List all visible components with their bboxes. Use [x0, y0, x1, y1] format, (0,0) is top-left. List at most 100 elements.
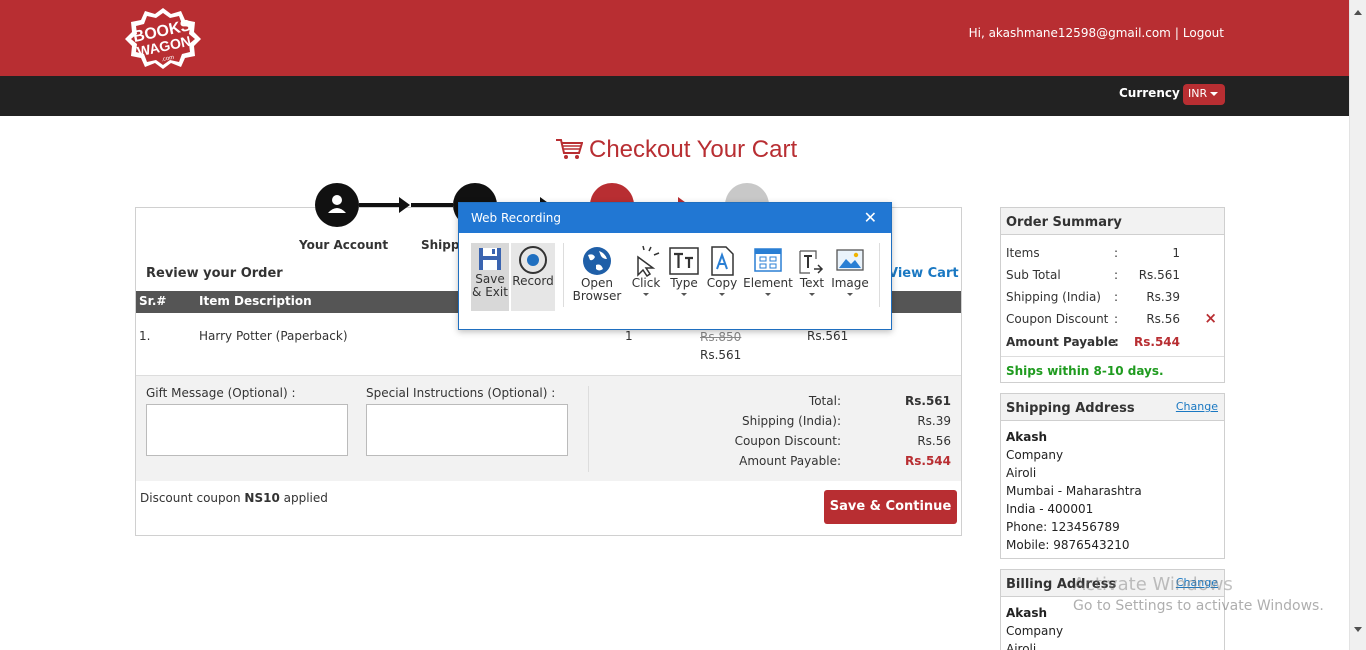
tool-label: Text — [799, 276, 825, 290]
chevron-down-icon — [681, 293, 687, 296]
coupon-applied-message: Discount coupon NS10 applied — [140, 491, 328, 505]
row-quantity: 1 — [625, 329, 633, 343]
address-line: Airoli — [1006, 642, 1037, 650]
chevron-down-icon — [847, 293, 853, 296]
summary-subtotal-value: Rs.561 — [1138, 268, 1180, 282]
column-header-sr: Sr.# — [139, 294, 167, 308]
step-connector — [359, 203, 399, 207]
shipping-value: Rs.39 — [917, 414, 951, 428]
tool-label: Element — [743, 276, 793, 290]
summary-payable-value: Rs.544 — [1134, 335, 1180, 349]
coupon-prefix: Discount coupon — [140, 491, 245, 505]
scroll-up-icon[interactable] — [1354, 10, 1362, 15]
image-button[interactable]: Image — [831, 243, 869, 311]
user-greeting: Hi, akashmane12598@gmail.com | Logout — [969, 26, 1224, 40]
greeting-text: Hi, akashmane12598@gmail.com — [968, 26, 1171, 40]
step-arrow-icon — [399, 197, 410, 213]
address-line: India - 400001 — [1006, 502, 1094, 516]
dialog-titlebar[interactable]: Web Recording ✕ — [459, 203, 891, 233]
row-description: Harry Potter (Paperback) — [199, 329, 348, 343]
view-cart-link[interactable]: View Cart — [888, 266, 959, 281]
order-summary-title: Order Summary — [1006, 215, 1122, 230]
address-name: Akash — [1006, 606, 1048, 620]
change-shipping-link[interactable]: Change — [1176, 400, 1218, 413]
tool-label: Click — [631, 276, 661, 290]
currency-label: Currency — [1119, 86, 1180, 100]
colon: : — [1114, 335, 1119, 349]
tool-label: Record — [512, 274, 554, 288]
toolbar-divider — [879, 243, 880, 307]
bookswagon-logo[interactable]: BOOKS WAGON .com — [124, 6, 202, 70]
address-line: Company — [1006, 624, 1064, 638]
dialog-title: Web Recording — [471, 211, 561, 225]
step-account — [315, 183, 359, 227]
coupon-suffix: applied — [279, 491, 328, 505]
step-connector — [411, 203, 453, 207]
colon: : — [1114, 246, 1119, 260]
coupon-code: NS10 — [244, 491, 280, 505]
shipping-address-box: Shipping Address Change Akash Company Ai… — [1000, 393, 1225, 559]
save-exit-button[interactable]: Save & Exit — [471, 243, 509, 311]
address-phone: Phone: 123456789 — [1006, 520, 1120, 534]
shipping-address-header: Shipping Address Change — [1001, 394, 1224, 421]
chevron-down-icon — [719, 293, 725, 296]
open-browser-button[interactable]: Open Browser — [571, 243, 623, 311]
tool-label: Image — [831, 276, 869, 290]
step-label-account: Your Account — [299, 238, 389, 252]
record-icon — [519, 246, 547, 274]
summary-payable-label: Amount Payable — [1006, 335, 1116, 349]
chevron-down-icon — [809, 293, 815, 296]
order-extras: Gift Message (Optional) : Special Instru… — [136, 375, 961, 481]
click-button[interactable]: Click — [627, 243, 665, 311]
row-total: Rs.561 — [807, 329, 849, 343]
site-header: BOOKS WAGON .com Hi, akashmane12598@gmai… — [0, 0, 1349, 76]
order-summary-box: Order Summary Items : 1 Sub Total : Rs.5… — [1000, 207, 1225, 383]
special-instructions-input[interactable] — [366, 404, 568, 456]
chevron-down-icon — [643, 293, 649, 296]
address-line: Company — [1006, 448, 1064, 462]
address-line: Airoli — [1006, 466, 1037, 480]
element-icon — [754, 248, 782, 272]
total-value: Rs.561 — [905, 394, 951, 408]
type-button[interactable]: Type — [665, 243, 703, 311]
activate-windows-watermark: Activate Windows — [1073, 574, 1233, 595]
coupon-discount-label: Coupon Discount: — [734, 434, 841, 448]
toolbar-divider — [563, 243, 564, 307]
scroll-down-icon[interactable] — [1354, 627, 1362, 632]
coupon-discount-value: Rs.56 — [917, 434, 951, 448]
image-icon — [836, 249, 864, 271]
activate-windows-hint: Go to Settings to activate Windows. — [1073, 598, 1324, 614]
tool-label: Type — [670, 276, 698, 290]
cart-icon — [556, 139, 583, 159]
tool-label: & Exit — [472, 285, 508, 299]
total-label: Total: — [808, 394, 841, 408]
row-sr: 1. — [139, 329, 151, 343]
currency-select[interactable]: INR — [1183, 84, 1225, 105]
copy-button[interactable]: Copy — [703, 243, 741, 311]
colon: : — [1114, 290, 1119, 304]
save-continue-button[interactable]: Save & Continue — [824, 490, 957, 524]
remove-coupon-icon[interactable]: × — [1204, 309, 1217, 327]
gift-message-label: Gift Message (Optional) : — [146, 386, 296, 400]
globe-icon — [583, 247, 611, 275]
gift-message-input[interactable] — [146, 404, 348, 456]
record-button[interactable]: Record — [511, 243, 555, 311]
chevron-down-icon — [1210, 92, 1218, 96]
address-mobile: Mobile: 9876543210 — [1006, 538, 1130, 552]
page-title-text: Checkout Your Cart — [589, 136, 798, 163]
amount-payable-label: Amount Payable: — [739, 454, 841, 468]
summary-items-value: 1 — [1172, 246, 1180, 260]
row-mrp: Rs.850 — [700, 330, 742, 344]
logout-link[interactable]: Logout — [1183, 26, 1224, 40]
close-icon[interactable]: ✕ — [864, 208, 877, 227]
element-button[interactable]: Element — [743, 243, 793, 311]
order-summary-header: Order Summary — [1001, 208, 1224, 235]
vertical-scrollbar[interactable] — [1349, 0, 1366, 650]
shipping-label: Shipping (India): — [741, 414, 841, 428]
tool-label: Browser — [572, 289, 622, 303]
summary-coupon-label: Coupon Discount — [1006, 312, 1109, 326]
text-button[interactable]: Text — [795, 243, 829, 311]
text-icon — [799, 250, 824, 274]
amount-payable-value: Rs.544 — [905, 454, 951, 468]
divider — [588, 386, 589, 472]
